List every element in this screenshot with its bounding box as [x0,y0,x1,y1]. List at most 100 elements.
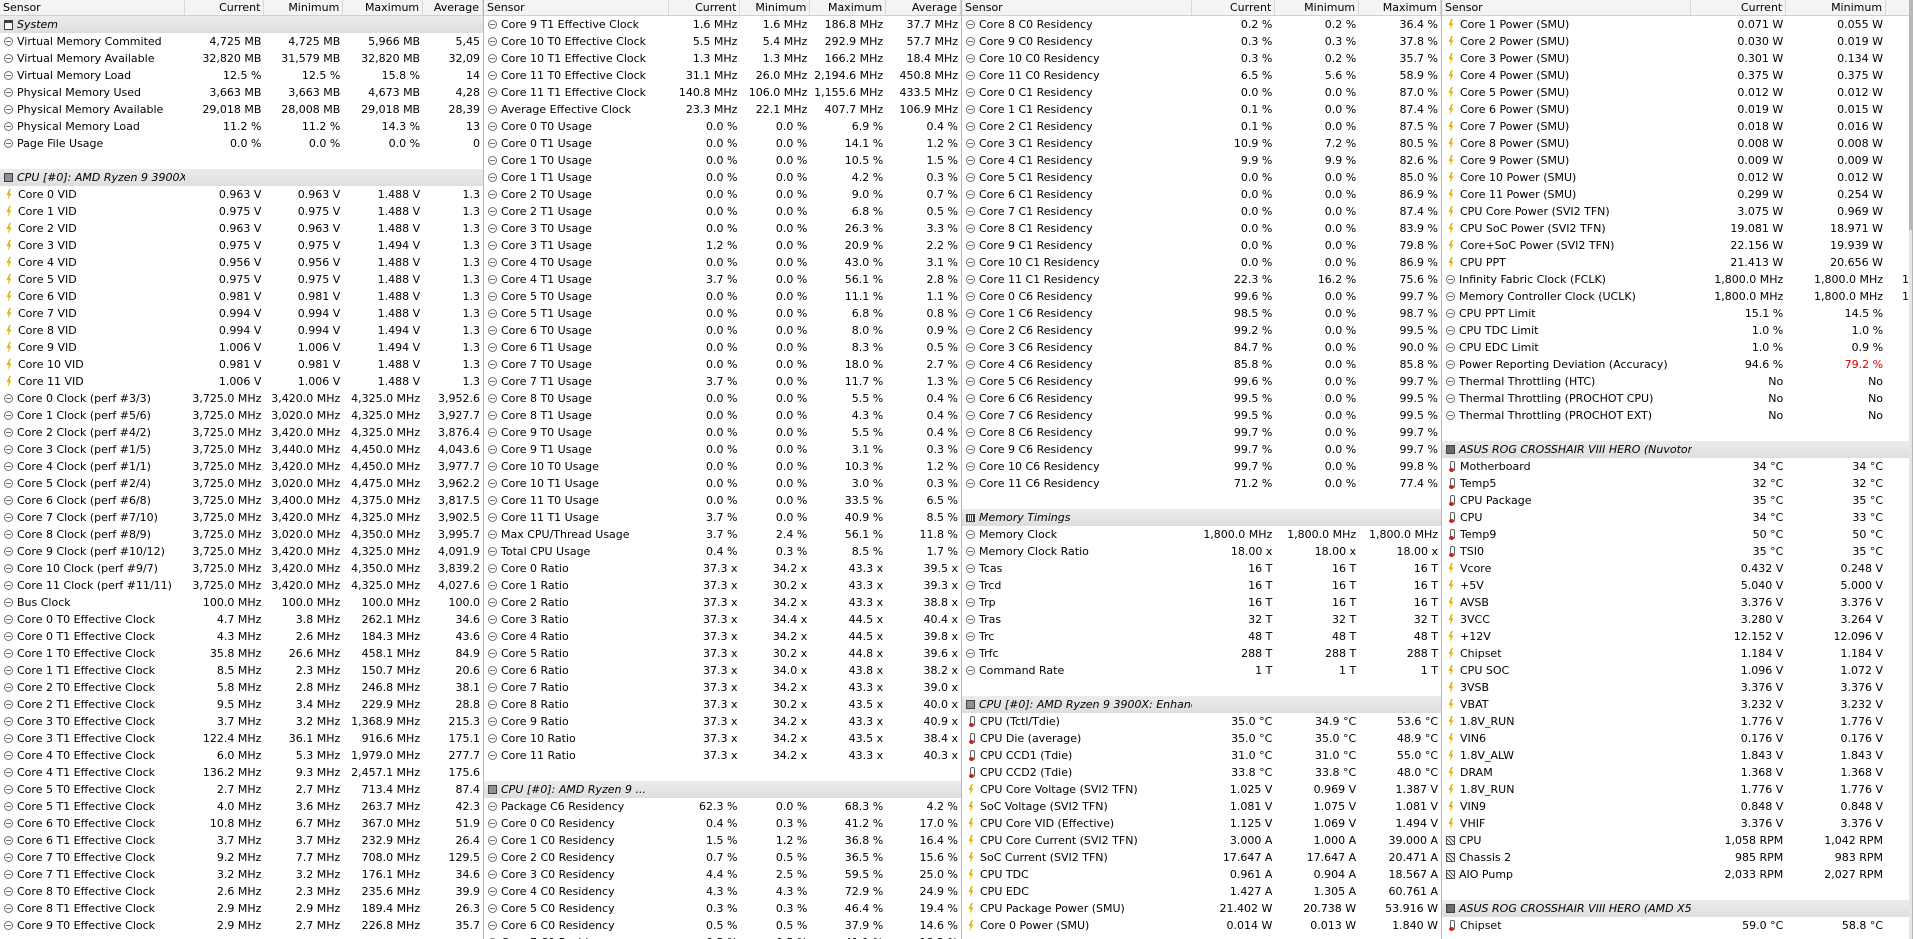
sensor-row[interactable]: Power Reporting Deviation (Accuracy) 94.6… [1442,356,1912,373]
sensor-row[interactable]: Core 7 C1 Residency 0.0 % 0.0 % 87.4 % [962,203,1441,220]
sensor-row[interactable]: Core 4 T1 Effective Clock 136.2 MHz 9.3 MH… [0,764,483,781]
sensor-row[interactable]: Core 10 VID 0.981 V 0.981 V 1.488 V 1.3 [0,356,483,373]
sensor-row[interactable]: Core 2 T0 Effective Clock 5.8 MHz 2.8 MHz 2… [0,679,483,696]
sensor-row[interactable]: Core 3 T0 Usage 0.0 % 0.0 % 26.3 % 3.3 % [484,220,961,237]
sensor-row[interactable]: Core 3 T1 Effective Clock 122.4 MHz 36.1 M… [0,730,483,747]
sensor-row[interactable]: Core 5 Ratio 37.3 x 30.2 x 44.8 x 39.6 x [484,645,961,662]
sensor-row[interactable]: CPU Core Voltage (SVI2 TFN) 1.025 V 0.969 … [962,781,1441,798]
vertical-scrollbar[interactable] [1909,0,1912,939]
column-header-minimum[interactable]: Minimum [740,0,811,15]
sensor-row[interactable]: Core 2 T1 Usage 0.0 % 0.0 % 6.8 % 0.5 % [484,203,961,220]
sensor-row[interactable]: 3VSB 3.376 V 3.376 V [1442,679,1912,696]
sensor-row[interactable]: Core 5 T0 Effective Clock 2.7 MHz 2.7 MHz 7… [0,781,483,798]
sensor-row[interactable]: Core 5 Clock (perf #2/4) 3,725.0 MHz 3,020… [0,475,483,492]
sensor-row[interactable]: CPU TDC Limit 1.0 % 1.0 % [1442,322,1912,339]
sensor-row[interactable]: Tcas 16 T 16 T 16 T [962,560,1441,577]
sensor-row[interactable]: CPU CCD1 (Tdie) 31.0 °C 31.0 °C 55.0 °C [962,747,1441,764]
sensor-row[interactable]: Core 6 Clock (perf #6/8) 3,725.0 MHz 3,400… [0,492,483,509]
sensor-row[interactable]: Core 4 T0 Effective Clock 6.0 MHz 5.3 MHz 1… [0,747,483,764]
sensor-row[interactable]: Core 9 Power (SMU) 0.009 W 0.009 W [1442,152,1912,169]
sensor-row[interactable]: AIO Pump 2,033 RPM 2,027 RPM [1442,866,1912,883]
column-header-current[interactable]: Current [1192,0,1276,15]
sensor-row[interactable]: Core 2 T0 Usage 0.0 % 0.0 % 9.0 % 0.7 % [484,186,961,203]
sensor-row[interactable]: Average Effective Clock 23.3 MHz 22.1 MHz 4… [484,101,961,118]
sensor-row[interactable]: Thermal Throttling (HTC) No No [1442,373,1912,390]
column-header-maximum[interactable]: Maximum [1359,0,1441,15]
sensor-row[interactable]: Core 10 C1 Residency 0.0 % 0.0 % 86.9 % [962,254,1441,271]
sensor-row[interactable]: Core 0 T0 Usage 0.0 % 0.0 % 6.9 % 0.4 % [484,118,961,135]
sensor-row[interactable]: Core 8 Ratio 37.3 x 30.2 x 43.5 x 40.0 x [484,696,961,713]
sensor-row[interactable]: Core 7 C6 Residency 99.5 % 0.0 % 99.5 % [962,407,1441,424]
sensor-row[interactable]: Temp5 32 °C 32 °C [1442,475,1912,492]
sensor-row[interactable]: Core 10 T0 Effective Clock 5.5 MHz 5.4 MHz… [484,33,961,50]
column-header-average[interactable]: Average [886,0,961,15]
sensor-group-header[interactable]: Memory Timings [962,509,1441,526]
sensor-row[interactable]: Core 9 Clock (perf #10/12) 3,725.0 MHz 3,4… [0,543,483,560]
sensor-row[interactable]: CPU SOC 1.096 V 1.072 V [1442,662,1912,679]
sensor-row[interactable]: Core 5 C6 Residency 99.6 % 0.0 % 99.7 % [962,373,1441,390]
sensor-row[interactable]: Core 10 T0 Usage 0.0 % 0.0 % 10.3 % 1.2 % [484,458,961,475]
sensor-row[interactable]: 1.8V_RUN 1.776 V 1.776 V [1442,781,1912,798]
sensor-row[interactable]: VIN9 0.848 V 0.848 V [1442,798,1912,815]
sensor-row[interactable]: Core 11 T0 Effective Clock 31.1 MHz 26.0 M… [484,67,961,84]
sensor-row[interactable]: Core 6 T1 Usage 0.0 % 0.0 % 8.3 % 0.5 % [484,339,961,356]
sensor-row[interactable]: Core 9 C6 Residency 99.7 % 0.0 % 99.7 % [962,441,1441,458]
sensor-group-header[interactable]: CPU [#0]: AMD Ryzen 9 3900X: Enhanced [962,696,1441,713]
sensor-row[interactable]: Core 11 C0 Residency 6.5 % 5.6 % 58.9 % [962,67,1441,84]
sensor-row[interactable]: Core 3 Power (SMU) 0.301 W 0.134 W [1442,50,1912,67]
sensor-row[interactable]: Core 3 T1 Usage 1.2 % 0.0 % 20.9 % 2.2 % [484,237,961,254]
sensor-row[interactable]: Core 5 VID 0.975 V 0.975 V 1.488 V 1.3 [0,271,483,288]
sensor-row[interactable]: Core 10 C6 Residency 99.7 % 0.0 % 99.8 % [962,458,1441,475]
sensor-row[interactable]: Core 4 Clock (perf #1/1) 3,725.0 MHz 3,420… [0,458,483,475]
sensor-row[interactable]: Core 6 C1 Residency 0.0 % 0.0 % 86.9 % [962,186,1441,203]
sensor-row[interactable]: Core 0 T1 Usage 0.0 % 0.0 % 14.1 % 1.2 % [484,135,961,152]
sensor-row[interactable]: Core 9 T0 Usage 0.0 % 0.0 % 5.5 % 0.4 % [484,424,961,441]
column-header-minimum[interactable]: Minimum [1786,0,1887,15]
sensor-row[interactable]: Core 7 T0 Effective Clock 9.2 MHz 7.7 MHz 7… [0,849,483,866]
sensor-row[interactable]: Core 9 T0 Effective Clock 2.9 MHz 2.7 MHz 2… [0,917,483,934]
column-header-current[interactable]: Current [1691,0,1787,15]
sensor-row[interactable]: Core 10 Power (SMU) 0.012 W 0.012 W [1442,169,1912,186]
sensor-row[interactable]: Core 6 Power (SMU) 0.019 W 0.015 W [1442,101,1912,118]
sensor-row[interactable]: Core 7 Ratio 37.3 x 34.2 x 43.3 x 39.0 x [484,679,961,696]
sensor-row[interactable]: Core+SoC Power (SVI2 TFN) 22.156 W 19.939 … [1442,237,1912,254]
sensor-row[interactable]: Core 11 Clock (perf #11/11) 3,725.0 MHz 3,… [0,577,483,594]
sensor-row[interactable]: Core 11 C6 Residency 71.2 % 0.0 % 77.4 % [962,475,1441,492]
sensor-row[interactable]: Core 6 VID 0.981 V 0.981 V 1.488 V 1.3 [0,288,483,305]
sensor-row[interactable]: Core 2 Power (SMU) 0.030 W 0.019 W [1442,33,1912,50]
sensor-row[interactable]: Package C6 Residency 62.3 % 0.0 % 68.3 % 4.2… [484,798,961,815]
sensor-row[interactable]: Core 6 T1 Effective Clock 3.7 MHz 3.7 MHz 2… [0,832,483,849]
sensor-row[interactable]: VIN6 0.176 V 0.176 V [1442,730,1912,747]
sensor-row[interactable]: Core 4 T0 Usage 0.0 % 0.0 % 43.0 % 3.1 % [484,254,961,271]
sensor-row[interactable]: Core 6 T0 Usage 0.0 % 0.0 % 8.0 % 0.9 % [484,322,961,339]
sensor-row[interactable]: Core 0 Ratio 37.3 x 34.2 x 43.3 x 39.5 x [484,560,961,577]
sensor-group-header[interactable]: ASUS ROG CROSSHAIR VIII HERO (Nuvoton NC… [1442,441,1912,458]
sensor-row[interactable]: Core 0 T1 Effective Clock 4.3 MHz 2.6 MHz 1… [0,628,483,645]
sensor-row[interactable]: CPU 34 °C 33 °C [1442,509,1912,526]
sensor-row[interactable]: SoC Voltage (SVI2 TFN) 1.081 V 1.075 V 1.08… [962,798,1441,815]
sensor-row[interactable]: Core 1 VID 0.975 V 0.975 V 1.488 V 1.3 [0,203,483,220]
sensor-row[interactable]: Trc 48 T 48 T 48 T [962,628,1441,645]
sensor-row[interactable]: CPU Package 35 °C 35 °C [1442,492,1912,509]
sensor-row[interactable]: Core 9 T1 Usage 0.0 % 0.0 % 3.1 % 0.3 % [484,441,961,458]
sensor-row[interactable]: Core 1 Clock (perf #5/6) 3,725.0 MHz 3,020… [0,407,483,424]
sensor-row[interactable]: Command Rate 1 T1 T1 T [962,662,1441,679]
sensor-row[interactable]: TSI0 35 °C 35 °C [1442,543,1912,560]
sensor-row[interactable]: DRAM 1.368 V 1.368 V [1442,764,1912,781]
sensor-group-header[interactable]: System [0,16,483,33]
sensor-row[interactable]: Page File Usage 0.0 % 0.0 % 0.0 % 0 [0,135,483,152]
scrollbar-thumb[interactable] [1909,0,1912,230]
sensor-row[interactable]: Core 3 C6 Residency 84.7 % 0.0 % 90.0 % [962,339,1441,356]
sensor-row[interactable]: Core 3 VID 0.975 V 0.975 V 1.494 V 1.3 [0,237,483,254]
sensor-row[interactable]: Core 10 Clock (perf #9/7) 3,725.0 MHz 3,42… [0,560,483,577]
sensor-row[interactable]: Core 10 T1 Usage 0.0 % 0.0 % 3.0 % 0.3 % [484,475,961,492]
sensor-row[interactable]: CPU PPT 21.413 W 20.656 W [1442,254,1912,271]
sensor-row[interactable]: Memory Clock 1,800.0 MHz 1,800.0 MHz 1,800.… [962,526,1441,543]
sensor-row[interactable]: Core 8 VID 0.994 V 0.994 V 1.494 V 1.3 [0,322,483,339]
sensor-row[interactable]: Trp 16 T 16 T 16 T [962,594,1441,611]
sensor-row[interactable]: Core 3 C0 Residency 4.4 % 2.5 % 59.5 % 25.0 … [484,866,961,883]
sensor-row[interactable]: Core 9 T1 Effective Clock 1.6 MHz 1.6 MHz 1… [484,16,961,33]
sensor-row[interactable]: CPU CCD2 (Tdie) 33.8 °C 33.8 °C 48.0 °C [962,764,1441,781]
sensor-row[interactable]: Core 5 T0 Usage 0.0 % 0.0 % 11.1 % 1.1 % [484,288,961,305]
sensor-row[interactable]: Trcd 16 T 16 T 16 T [962,577,1441,594]
